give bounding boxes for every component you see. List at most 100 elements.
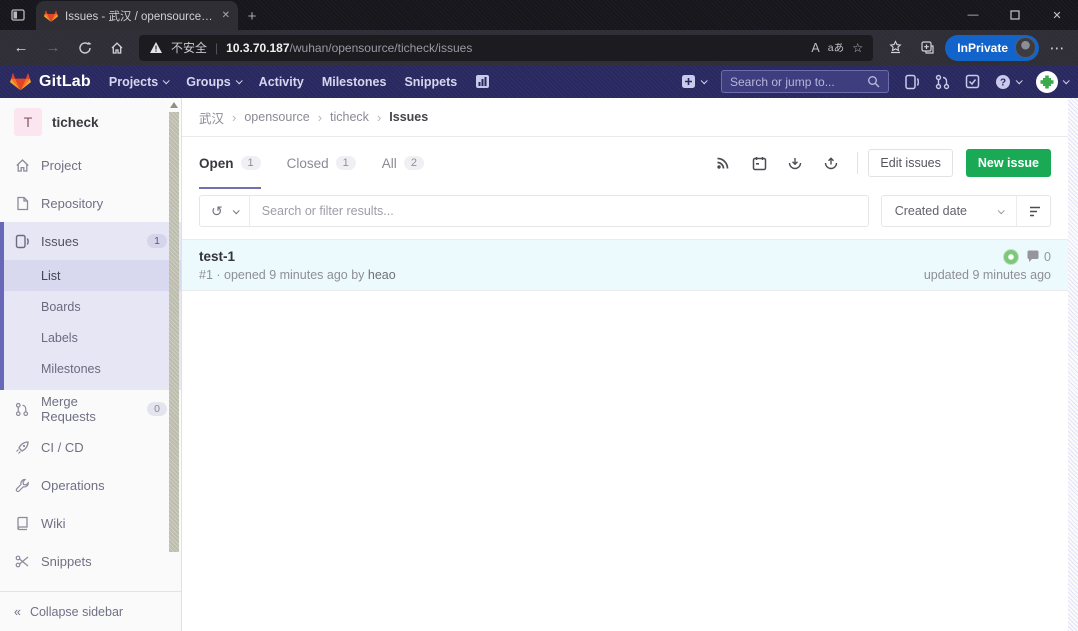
- back-button[interactable]: ←: [7, 34, 35, 62]
- url-domain: 10.3.70.187: [226, 41, 289, 55]
- browser-toolbar: ← → 不安全 | 10.3.70.187/wuhan/opensource/t…: [0, 30, 1078, 65]
- nav-snippets[interactable]: Snippets: [404, 75, 457, 89]
- issue-title-link[interactable]: test-1: [199, 249, 396, 264]
- export-issues-button[interactable]: [779, 149, 811, 177]
- merge-requests-count-icon[interactable]: [935, 74, 950, 90]
- sidebar-item-ci-cd[interactable]: CI / CD: [0, 428, 181, 466]
- sort-dropdown[interactable]: Created date: [882, 204, 1016, 218]
- tab-actions-button[interactable]: [0, 0, 36, 30]
- settings-more-icon[interactable]: ⋯: [1043, 34, 1071, 62]
- charts-icon[interactable]: [475, 74, 490, 89]
- nav-milestones[interactable]: Milestones: [322, 75, 387, 89]
- gitlab-logo: [10, 71, 31, 92]
- all-count-badge: 2: [404, 156, 424, 170]
- sidebar-item-wiki[interactable]: Wiki: [0, 504, 181, 542]
- breadcrumb-group[interactable]: 武汉: [199, 108, 224, 127]
- rocket-icon: [14, 440, 30, 455]
- filter-search-input[interactable]: Search or filter results...: [250, 204, 406, 218]
- sidebar-item-project[interactable]: Project: [0, 146, 181, 184]
- address-bar[interactable]: 不安全 | 10.3.70.187/wuhan/opensource/tiche…: [139, 35, 873, 61]
- sidebar-item-boards[interactable]: Boards: [4, 291, 181, 322]
- sidebar-item-merge-requests[interactable]: Merge Requests 0: [0, 390, 181, 428]
- sort-direction-button[interactable]: [1016, 196, 1050, 226]
- new-tab-button[interactable]: +: [238, 2, 266, 30]
- sidebar-scrollbar[interactable]: [168, 100, 180, 589]
- minimize-button[interactable]: —: [952, 0, 994, 30]
- recent-searches-dropdown[interactable]: ↺: [200, 196, 250, 226]
- close-button[interactable]: ✕: [1036, 0, 1078, 30]
- assignee-avatar[interactable]: [1003, 249, 1019, 265]
- global-search-box[interactable]: Search or jump to...: [721, 70, 889, 93]
- navbar-right: Search or jump to... ?: [681, 70, 1068, 93]
- sidebar-nav: Project Repository Issues 1 List Boards …: [0, 146, 181, 591]
- tab-close-icon[interactable]: ✕: [222, 10, 230, 21]
- comments-link[interactable]: 0: [1026, 250, 1051, 264]
- issues-count-badge: 1: [147, 234, 167, 248]
- refresh-button[interactable]: [71, 34, 99, 62]
- filtered-search[interactable]: ↺ Search or filter results...: [199, 195, 869, 227]
- url-text[interactable]: 10.3.70.187/wuhan/opensource/ticheck/iss…: [226, 41, 472, 55]
- main-area: T ticheck Project Repository Issues 1 Li…: [0, 98, 1078, 631]
- not-secure-label[interactable]: 不安全: [171, 39, 207, 56]
- breadcrumb-subgroup[interactable]: opensource: [244, 110, 309, 124]
- collections-icon[interactable]: [881, 34, 909, 62]
- project-name: ticheck: [52, 115, 99, 130]
- tab-all[interactable]: All 2: [382, 137, 424, 189]
- edit-issues-button[interactable]: Edit issues: [868, 149, 952, 177]
- favorites-star-icon[interactable]: ☆: [852, 40, 863, 55]
- import-issues-button[interactable]: [815, 149, 847, 177]
- sidebar-item-list[interactable]: List: [4, 260, 181, 291]
- sidebar-item-operations[interactable]: Operations: [0, 466, 181, 504]
- book-icon: [14, 516, 30, 531]
- chevron-down-icon: [701, 77, 708, 84]
- gitlab-navbar: GitLab Projects Groups Activity Mileston…: [0, 65, 1078, 98]
- calendar-button[interactable]: [743, 149, 775, 177]
- page-scrollbar[interactable]: [1068, 98, 1078, 631]
- new-issue-button[interactable]: New issue: [966, 149, 1051, 177]
- chevron-down-icon: [1016, 77, 1023, 84]
- read-aloud-icon[interactable]: A: [811, 41, 819, 55]
- todos-icon[interactable]: [965, 74, 980, 89]
- issue-author-link[interactable]: heao: [368, 268, 396, 282]
- breadcrumb-project[interactable]: ticheck: [330, 110, 369, 124]
- issue-updated: updated 9 minutes ago: [924, 268, 1051, 282]
- gitlab-brand[interactable]: GitLab: [10, 71, 91, 92]
- user-menu[interactable]: [1036, 71, 1068, 93]
- sidebar-item-milestones[interactable]: Milestones: [4, 353, 181, 384]
- maximize-button[interactable]: [994, 0, 1036, 30]
- issue-meta: #1 · opened 9 minutes ago by heao: [199, 268, 396, 282]
- issues-count-icon[interactable]: [904, 74, 920, 90]
- home-button[interactable]: [103, 34, 131, 62]
- sidebar-item-snippets[interactable]: Snippets: [0, 542, 181, 580]
- nav-projects[interactable]: Projects: [109, 75, 168, 89]
- divider: [857, 152, 858, 174]
- sidebar-item-issues[interactable]: Issues 1: [4, 222, 181, 260]
- open-count-badge: 1: [241, 156, 261, 170]
- sidebar-item-repository[interactable]: Repository: [0, 184, 181, 222]
- project-avatar: T: [14, 108, 42, 136]
- breadcrumb: 武汉 › opensource › ticheck › Issues: [182, 98, 1068, 137]
- new-menu-button[interactable]: [681, 74, 706, 89]
- project-sidebar: T ticheck Project Repository Issues 1 Li…: [0, 98, 182, 631]
- document-icon: [14, 196, 30, 211]
- collapse-icon: «: [14, 605, 21, 619]
- browser-tab[interactable]: Issues - 武汉 / opensource / tich ✕: [36, 1, 238, 30]
- browser-essentials-icon[interactable]: [913, 34, 941, 62]
- help-menu[interactable]: ?: [995, 74, 1021, 90]
- scrollbar-thumb[interactable]: [169, 112, 179, 552]
- chevron-down-icon: [235, 77, 242, 84]
- inprivate-badge[interactable]: InPrivate: [945, 35, 1039, 61]
- scrollbar-up-arrow[interactable]: [170, 102, 178, 108]
- issue-row[interactable]: test-1 #1 · opened 9 minutes ago by heao…: [182, 239, 1068, 291]
- chevron-down-icon: [163, 77, 170, 84]
- nav-groups[interactable]: Groups: [186, 75, 240, 89]
- sidebar-item-labels[interactable]: Labels: [4, 322, 181, 353]
- tab-closed[interactable]: Closed 1: [287, 137, 356, 189]
- tab-title: Issues - 武汉 / opensource / tich: [65, 8, 215, 24]
- nav-activity[interactable]: Activity: [259, 75, 304, 89]
- rss-feed-button[interactable]: [707, 149, 739, 177]
- tab-open[interactable]: Open 1: [199, 137, 261, 189]
- project-header[interactable]: T ticheck: [0, 98, 181, 146]
- collapse-sidebar-button[interactable]: « Collapse sidebar: [0, 591, 181, 631]
- translate-icon[interactable]: aあ: [828, 40, 844, 55]
